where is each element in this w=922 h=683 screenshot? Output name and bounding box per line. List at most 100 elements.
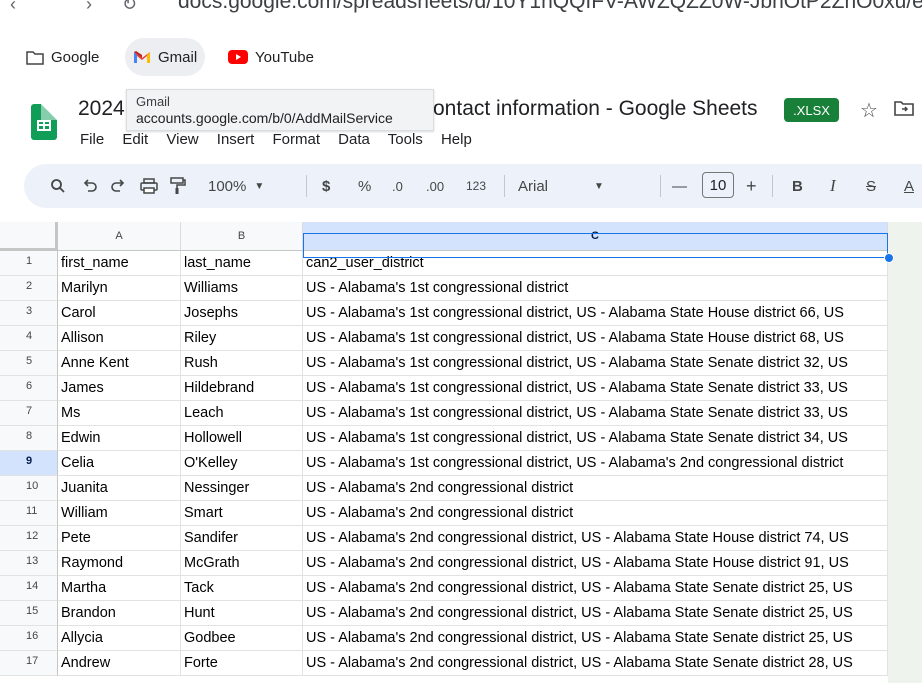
cell-c[interactable]: US - Alabama's 1st congressional distric… (303, 426, 888, 451)
row-header[interactable]: 10 (0, 476, 58, 501)
cell-c[interactable]: US - Alabama's 2nd congressional distric… (303, 601, 888, 626)
cell-c[interactable]: US - Alabama's 2nd congressional distric… (303, 626, 888, 651)
undo-icon[interactable] (82, 164, 98, 208)
cell-a[interactable]: Pete (58, 526, 181, 551)
row-header[interactable]: 9 (0, 451, 58, 476)
percent-format-button[interactable]: % (358, 164, 371, 208)
row-header[interactable]: 8 (0, 426, 58, 451)
cell-a[interactable]: Martha (58, 576, 181, 601)
spreadsheet-grid[interactable]: A B C 1 first_name last_name can2_user_dist… (0, 222, 922, 683)
cell-b[interactable]: Tack (181, 576, 303, 601)
more-formats-button[interactable]: 123 (466, 164, 486, 208)
row-header[interactable]: 12 (0, 526, 58, 551)
column-header-c[interactable]: C (303, 222, 888, 251)
row-header[interactable]: 16 (0, 626, 58, 651)
bookmark-youtube[interactable]: YouTube (220, 38, 322, 76)
bookmark-google[interactable]: Google (18, 38, 107, 76)
cell-b[interactable]: Sandifer (181, 526, 303, 551)
row-header[interactable]: 7 (0, 401, 58, 426)
search-icon[interactable] (50, 164, 66, 208)
row-header[interactable]: 6 (0, 376, 58, 401)
font-select[interactable]: Arial ▼ (518, 164, 604, 208)
font-size-input[interactable]: 10 (702, 172, 734, 198)
cell-b[interactable]: last_name (181, 251, 303, 276)
decrease-font-size-button[interactable]: — (672, 164, 687, 208)
fill-handle[interactable] (884, 253, 894, 263)
cell-c[interactable]: US - Alabama's 2nd congressional distric… (303, 576, 888, 601)
cell-a[interactable]: Allycia (58, 626, 181, 651)
paint-format-icon[interactable] (170, 164, 186, 208)
cell-b[interactable]: O'Kelley (181, 451, 303, 476)
row-header[interactable]: 2 (0, 276, 58, 301)
cell-a[interactable]: first_name (58, 251, 181, 276)
column-header-b[interactable]: B (181, 222, 303, 251)
cell-c[interactable]: US - Alabama's 2nd congressional distric… (303, 501, 888, 526)
cell-b[interactable]: McGrath (181, 551, 303, 576)
cell-c[interactable]: US - Alabama's 1st congressional distric… (303, 301, 888, 326)
cell-b[interactable]: Leach (181, 401, 303, 426)
cell-a[interactable]: Anne Kent (58, 351, 181, 376)
cell-b[interactable]: Josephs (181, 301, 303, 326)
row-header[interactable]: 1 (0, 251, 58, 276)
row-header[interactable]: 17 (0, 651, 58, 676)
cell-a[interactable]: Carol (58, 301, 181, 326)
currency-format-button[interactable]: $ (322, 164, 330, 208)
cell-a[interactable]: William (58, 501, 181, 526)
italic-button[interactable]: I (830, 164, 836, 208)
row-header[interactable]: 4 (0, 326, 58, 351)
cell-c[interactable]: US - Alabama's 1st congressional distric… (303, 276, 888, 301)
text-color-button[interactable]: A (904, 164, 914, 208)
menu-insert[interactable]: Insert (217, 131, 255, 148)
cell-c[interactable]: US - Alabama's 2nd congressional distric… (303, 651, 888, 676)
row-header[interactable]: 5 (0, 351, 58, 376)
forward-icon[interactable]: › (86, 0, 92, 15)
decrease-decimal-button[interactable]: .0 (392, 164, 403, 208)
cell-b[interactable]: Hunt (181, 601, 303, 626)
row-header[interactable]: 3 (0, 301, 58, 326)
row-header[interactable]: 11 (0, 501, 58, 526)
increase-decimal-button[interactable]: .00 (426, 164, 444, 208)
cell-c[interactable]: US - Alabama's 1st congressional distric… (303, 376, 888, 401)
cell-a[interactable]: Celia (58, 451, 181, 476)
menu-edit[interactable]: Edit (122, 131, 148, 148)
cell-c[interactable]: US - Alabama's 2nd congressional distric… (303, 551, 888, 576)
cell-a[interactable]: Juanita (58, 476, 181, 501)
cell-b[interactable]: Hildebrand (181, 376, 303, 401)
cell-a[interactable]: Raymond (58, 551, 181, 576)
menu-format[interactable]: Format (272, 131, 320, 148)
url-text[interactable]: docs.google.com/spreadsheets/d/10Y1nQQIF… (178, 0, 922, 14)
back-icon[interactable]: ‹ (10, 0, 16, 15)
menu-help[interactable]: Help (441, 131, 472, 148)
zoom-select[interactable]: 100% ▼ (208, 164, 264, 208)
redo-icon[interactable] (110, 164, 126, 208)
reload-icon[interactable]: ↻ (122, 0, 137, 15)
doc-title-rest[interactable]: ontact information - Google Sheets (433, 97, 758, 121)
cell-b[interactable]: Riley (181, 326, 303, 351)
cell-c[interactable]: US - Alabama's 1st congressional distric… (303, 326, 888, 351)
cell-b[interactable]: Godbee (181, 626, 303, 651)
browser-address-bar[interactable]: ‹ › ↻ docs.google.com/spreadsheets/d/10Y… (0, 0, 922, 30)
menu-tools[interactable]: Tools (388, 131, 423, 148)
cell-b[interactable]: Williams (181, 276, 303, 301)
row-header[interactable]: 14 (0, 576, 58, 601)
menu-data[interactable]: Data (338, 131, 370, 148)
cell-c[interactable]: US - Alabama's 2nd congressional distric… (303, 476, 888, 501)
cell-b[interactable]: Hollowell (181, 426, 303, 451)
menu-file[interactable]: File (80, 131, 104, 148)
cell-a[interactable]: Marilyn (58, 276, 181, 301)
cell-a[interactable]: Allison (58, 326, 181, 351)
cell-c[interactable]: US - Alabama's 2nd congressional distric… (303, 526, 888, 551)
bookmark-gmail[interactable]: Gmail (125, 38, 206, 76)
cell-a[interactable]: Edwin (58, 426, 181, 451)
cell-b[interactable]: Nessinger (181, 476, 303, 501)
strikethrough-button[interactable]: S (866, 164, 876, 208)
cell-c[interactable]: US - Alabama's 1st congressional distric… (303, 451, 888, 476)
doc-title[interactable]: 2024 (78, 97, 125, 121)
increase-font-size-button[interactable]: + (746, 164, 757, 208)
cell-a[interactable]: Ms (58, 401, 181, 426)
select-all-corner[interactable] (0, 222, 58, 251)
star-icon[interactable]: ☆ (860, 98, 878, 123)
cell-b[interactable]: Forte (181, 651, 303, 676)
row-header[interactable]: 15 (0, 601, 58, 626)
cell-a[interactable]: Brandon (58, 601, 181, 626)
